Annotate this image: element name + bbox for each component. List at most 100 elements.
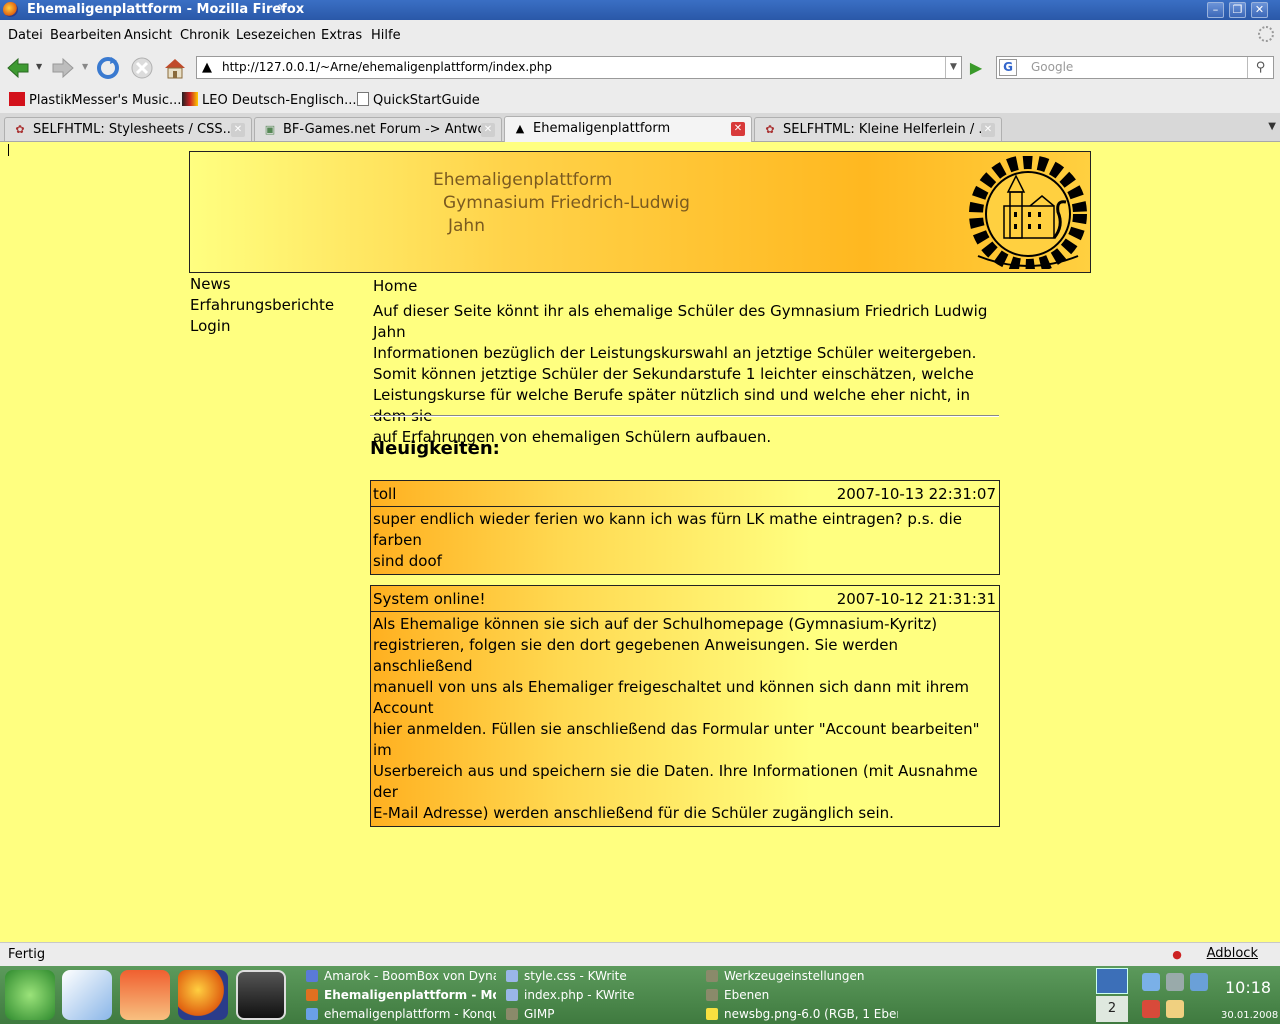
nav-link-login[interactable]: Login: [190, 316, 334, 337]
task-index-php-kwrite[interactable]: index.php - KWrite: [506, 986, 696, 1004]
amarok-icon: [306, 970, 318, 982]
tux-favicon-icon: ▲: [515, 122, 525, 135]
update-icon[interactable]: [1142, 1000, 1160, 1018]
status-bar: Fertig ● Adblock: [0, 942, 1280, 966]
bookmark-quickstartguide[interactable]: QuickStartGuide: [357, 92, 480, 108]
forward-arrow-icon[interactable]: [50, 55, 76, 81]
kwrite-launcher-icon[interactable]: [62, 970, 112, 1020]
tab-bar: ✿ SELFHTML: Stylesheets / CSS... ✕ ▣ BF-…: [0, 113, 1280, 142]
firefox-icon: [306, 989, 318, 1001]
volume-icon[interactable]: [1142, 973, 1160, 991]
address-url[interactable]: http://127.0.0.1/~Arne/ehemaligenplattfo…: [222, 60, 552, 74]
task-werkzeugeinstellungen[interactable]: Werkzeugeinstellungen: [706, 967, 898, 985]
gimp-icon: [506, 1008, 518, 1020]
close-tab-icon[interactable]: ✕: [981, 123, 995, 137]
header-title-line2: Gymnasium Friedrich-Ludwig: [443, 193, 690, 213]
minimize-button[interactable]: –: [1207, 2, 1224, 18]
menu-hilfe[interactable]: Hilfe: [371, 28, 401, 43]
back-arrow-icon[interactable]: [5, 55, 31, 81]
lastfm-icon: [9, 92, 25, 106]
go-button[interactable]: ▶: [966, 58, 986, 78]
gimp-icon: [706, 989, 718, 1001]
menu-ansicht[interactable]: Ansicht: [124, 28, 172, 43]
menu-lesezeichen[interactable]: Lesezeichen: [236, 28, 316, 43]
task-newsbg-png[interactable]: newsbg.png-6.0 (RGB, 1 Eber: [706, 1005, 898, 1023]
kwrite-icon: [506, 989, 518, 1001]
tab-ehemaligenplattform[interactable]: ▲ Ehemaligenplattform ✕: [504, 116, 752, 142]
news-item: toll 2007-10-13 22:31:07 super endlich w…: [370, 480, 1000, 575]
news-item-header: System online! 2007-10-12 21:31:31: [371, 586, 999, 612]
tab-selfhtml-stylesheets[interactable]: ✿ SELFHTML: Stylesheets / CSS... ✕: [4, 117, 252, 141]
menu-datei[interactable]: Datei: [8, 28, 43, 43]
news-date: 2007-10-12 21:31:31: [836, 590, 996, 608]
news-item-header: toll 2007-10-13 22:31:07: [371, 481, 999, 507]
search-magnifier-icon[interactable]: ⚲: [1247, 57, 1273, 78]
bookmarks-toolbar: PlastikMesser's Music... LEO Deutsch-Eng…: [0, 86, 1280, 113]
clock-time[interactable]: 10:18: [1225, 978, 1271, 997]
desktop-pager: 2: [1094, 966, 1130, 1024]
terminal-launcher-icon[interactable]: [236, 970, 286, 1020]
stop-icon[interactable]: [129, 55, 155, 81]
search-bar[interactable]: G Google ⚲: [996, 56, 1274, 79]
nav-link-erfahrungsberichte[interactable]: Erfahrungsberichte: [190, 295, 334, 316]
task-firefox[interactable]: Ehemaligenplattform - Mozi: [306, 986, 496, 1004]
network-icon[interactable]: [1166, 973, 1184, 991]
news-heading: Neuigkeiten:: [370, 438, 500, 459]
menu-extras[interactable]: Extras: [321, 28, 362, 43]
desktop-2-button[interactable]: 2: [1096, 996, 1128, 1022]
header-title-line3: Jahn: [448, 216, 485, 236]
task-amarok[interactable]: Amarok - BoomBox von Dyna: [306, 967, 496, 985]
breadcrumb: Home: [373, 277, 418, 295]
bf-games-favicon-icon: ▣: [264, 123, 276, 136]
site-header: Ehemaligenplattform Gymnasium Friedrich-…: [189, 151, 1091, 273]
adblock-status-icon[interactable]: ●: [1170, 948, 1184, 962]
home-folder-launcher-icon[interactable]: [120, 970, 170, 1020]
search-placeholder[interactable]: Google: [1031, 60, 1073, 74]
close-tab-icon[interactable]: ✕: [731, 122, 745, 136]
task-konqueror[interactable]: ehemaligenplattform - Konque: [306, 1005, 496, 1023]
leo-icon: [182, 92, 198, 106]
google-engine-icon[interactable]: G: [999, 59, 1017, 76]
bookmark-leo[interactable]: LEO Deutsch-Englisch...: [182, 92, 357, 108]
forward-history-dropdown-icon[interactable]: ▼: [82, 62, 88, 71]
menu-chronik[interactable]: Chronik: [180, 28, 230, 43]
menu-bearbeiten[interactable]: Bearbeiten: [50, 28, 121, 43]
window-title-bar[interactable]: Ehemaligenplattform - Mozilla Firefox ∿ …: [0, 0, 1280, 20]
firefox-launcher-icon[interactable]: [178, 970, 228, 1020]
maximize-button[interactable]: ❐: [1229, 2, 1246, 18]
text-caret: [8, 144, 9, 156]
tab-selfhtml-helferlein[interactable]: ✿ SELFHTML: Kleine Helferlein / ... ✕: [754, 117, 1002, 141]
desktop-1-button[interactable]: [1096, 968, 1128, 994]
close-window-button[interactable]: ✕: [1251, 2, 1268, 18]
bookmark-plastikmesser[interactable]: PlastikMesser's Music...: [9, 92, 181, 108]
home-icon[interactable]: [162, 55, 188, 81]
address-bar[interactable]: ▲ http://127.0.0.1/~Arne/ehemaligenplatt…: [196, 56, 962, 79]
main-column: Home Auf dieser Seite könnt ihr als ehem…: [373, 276, 1003, 448]
adblock-link[interactable]: Adblock: [1207, 946, 1258, 961]
firefox-icon: [3, 2, 18, 17]
page-icon: [357, 92, 369, 106]
school-logo-icon: [969, 156, 1087, 269]
all-tabs-dropdown-icon[interactable]: ▼: [1268, 121, 1276, 132]
close-tab-icon[interactable]: ✕: [231, 123, 245, 137]
reload-icon[interactable]: [95, 55, 121, 81]
address-dropdown-icon[interactable]: ▼: [945, 57, 961, 78]
gimp-icon: [706, 970, 718, 982]
task-style-css-kwrite[interactable]: style.css - KWrite: [506, 967, 696, 985]
task-ebenen[interactable]: Ebenen: [706, 986, 898, 1004]
nav-link-news[interactable]: News: [190, 274, 334, 295]
task-gimp[interactable]: GIMP: [506, 1005, 696, 1023]
news-title: System online!: [373, 590, 486, 608]
kde-menu-icon[interactable]: [5, 970, 55, 1020]
keyboard-layout-icon[interactable]: [1166, 1000, 1184, 1018]
back-history-dropdown-icon[interactable]: ▼: [36, 62, 42, 71]
tux-favicon-icon: ▲: [202, 60, 212, 75]
sticky-pin-icon[interactable]: ∿: [276, 1, 287, 16]
klipper-icon[interactable]: [1190, 973, 1208, 991]
kwrite-icon: [506, 970, 518, 982]
image-icon: [706, 1008, 718, 1020]
tab-bf-games-forum[interactable]: ▣ BF-Games.net Forum -> Antwo... ✕: [254, 117, 502, 141]
horizontal-divider: [370, 415, 999, 417]
news-date: 2007-10-13 22:31:07: [836, 485, 996, 503]
close-tab-icon[interactable]: ✕: [481, 123, 495, 137]
